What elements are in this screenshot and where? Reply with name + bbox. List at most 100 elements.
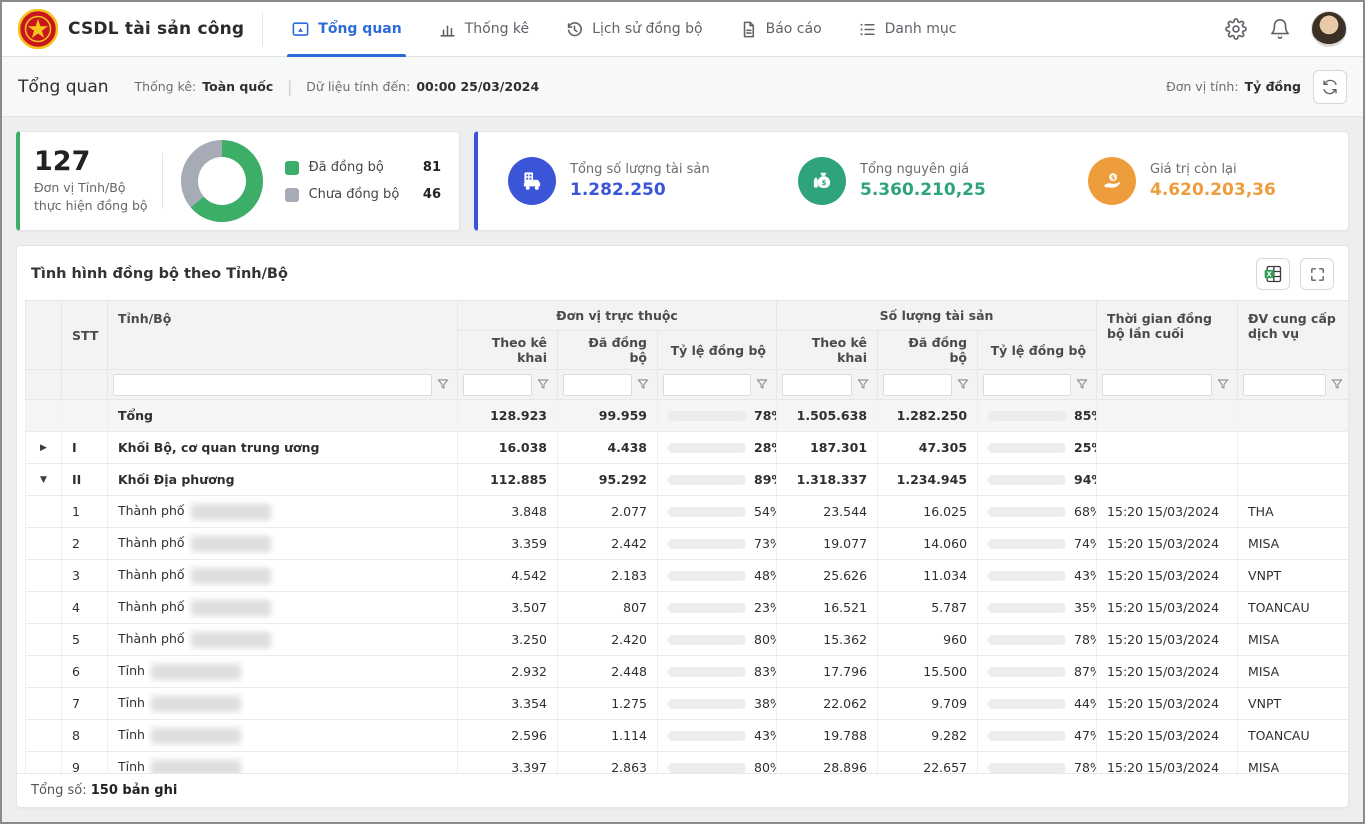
provider-cell: MISA: [1238, 656, 1348, 688]
filter-funnel-icon[interactable]: [1216, 377, 1232, 393]
top-navbar: CSDL tài sản công Tổng quan Thống kê Lịc…: [2, 2, 1363, 57]
expand-toggle: [26, 528, 62, 560]
unit-synced-cell: 2.863: [558, 752, 658, 774]
filter-funnel-icon[interactable]: [636, 377, 652, 393]
legend-value: 81: [423, 160, 445, 175]
expand-toggle[interactable]: ▶: [26, 432, 62, 464]
tab-danh-muc[interactable]: Danh mục: [840, 2, 975, 57]
provider-cell: MISA: [1238, 528, 1348, 560]
unit-synced-cell: 2.442: [558, 528, 658, 560]
asset-declared-cell: 187.301: [777, 432, 878, 464]
filter-funnel-icon[interactable]: [536, 377, 552, 393]
last-sync-cell: [1097, 432, 1238, 464]
unit-declared-cell: 3.250: [458, 624, 558, 656]
filter-input-asset-rate[interactable]: [983, 374, 1071, 396]
filter-funnel-icon[interactable]: [856, 377, 872, 393]
page-subheader: Tổng quan Thống kê: Toàn quốc | Dữ liệu …: [2, 57, 1363, 117]
tab-label: Tổng quan: [318, 21, 401, 37]
chevron-right-icon: ▶: [40, 443, 47, 453]
scope-value: Toàn quốc: [202, 79, 273, 94]
refresh-button[interactable]: [1313, 70, 1347, 104]
legend-swatch-not-synced: [285, 188, 299, 202]
expand-toggle: [26, 560, 62, 592]
stt-cell: II: [62, 464, 108, 496]
unit-rate-cell: 80%: [658, 624, 777, 656]
asset-declared-cell: 17.796: [777, 656, 878, 688]
notifications-button[interactable]: [1267, 16, 1293, 42]
province-name-cell: Tỉnh: [108, 688, 458, 720]
filter-input-provider[interactable]: [1243, 374, 1326, 396]
filter-input-unit-declared[interactable]: [463, 374, 532, 396]
table-row: 3Thành phố4.5422.18348%25.62611.03443%15…: [26, 560, 1349, 592]
asset-synced-cell: 9.282: [878, 720, 978, 752]
last-sync-cell: 15:20 15/03/2024: [1097, 560, 1238, 592]
filter-funnel-icon[interactable]: [436, 377, 452, 393]
export-excel-button[interactable]: X: [1256, 258, 1290, 290]
app-title: CSDL tài sản công: [68, 19, 244, 39]
expand-toggle: [26, 688, 62, 720]
asset-synced-cell: 1.282.250: [878, 400, 978, 432]
province-name-cell: Khối Bộ, cơ quan trung ương: [108, 432, 458, 464]
stt-cell: 9: [62, 752, 108, 774]
filter-input-asset-synced[interactable]: [883, 374, 952, 396]
filter-input-unit-rate[interactable]: [663, 374, 751, 396]
asset-synced-cell: 11.034: [878, 560, 978, 592]
refresh-icon: [1322, 79, 1338, 95]
province-name-cell: Thành phố: [108, 496, 458, 528]
sync-units-card: 127 Đơn vị Tỉnh/Bộ thực hiện đồng bộ Đã …: [16, 131, 460, 231]
provider-cell: [1238, 464, 1348, 496]
unit-label: Đơn vị tính:: [1166, 79, 1239, 94]
legend-swatch-synced: [285, 161, 299, 175]
unit-synced-cell: 99.959: [558, 400, 658, 432]
unit-declared-cell: 4.542: [458, 560, 558, 592]
unit-declared-cell: 3.848: [458, 496, 558, 528]
asset-synced-cell: 15.500: [878, 656, 978, 688]
chevron-down-icon: ▼: [40, 475, 47, 485]
stt-cell: 1: [62, 496, 108, 528]
settings-button[interactable]: [1223, 16, 1249, 42]
provider-cell: MISA: [1238, 624, 1348, 656]
sync-donut-chart: [181, 140, 263, 222]
report-icon: [739, 20, 758, 39]
stt-cell: 7: [62, 688, 108, 720]
expand-toggle: [26, 624, 62, 656]
asset-synced-cell: 47.305: [878, 432, 978, 464]
unit-declared-cell: 112.885: [458, 464, 558, 496]
expand-toggle[interactable]: ▼: [26, 464, 62, 496]
filter-funnel-icon[interactable]: [956, 377, 972, 393]
asset-rate-cell: 44%: [978, 688, 1097, 720]
unit-meta: Đơn vị tính: Tỷ đồng: [1166, 79, 1301, 94]
footer-value: 150 bản ghi: [91, 783, 178, 798]
asset-synced-cell: 22.657: [878, 752, 978, 774]
filter-input-asset-declared[interactable]: [782, 374, 852, 396]
province-name-cell: Tỉnh: [108, 656, 458, 688]
tab-lich-su-dong-bo[interactable]: Lịch sử đồng bộ: [547, 2, 720, 57]
page-content: 127 Đơn vị Tỉnh/Bộ thực hiện đồng bộ Đã …: [2, 117, 1363, 822]
tab-bao-cao[interactable]: Báo cáo: [721, 2, 840, 57]
scope-meta: Thống kê: Toàn quốc: [135, 79, 274, 94]
stat-label: Tổng số lượng tài sản: [570, 162, 710, 177]
table-row: 9Tỉnh3.3972.86380%28.89622.65778%15:20 1…: [26, 752, 1349, 774]
page-title: Tổng quan: [18, 77, 109, 97]
gear-icon: [1225, 18, 1247, 40]
filter-funnel-icon[interactable]: [1330, 377, 1346, 393]
tab-thong-ke[interactable]: Thống kê: [420, 2, 547, 57]
asset-declared-cell: 28.896: [777, 752, 878, 774]
tab-tong-quan[interactable]: Tổng quan: [273, 2, 419, 57]
header-asset-rate: Tỷ lệ đồng bộ: [978, 331, 1097, 370]
vietnam-emblem-logo: [18, 9, 58, 49]
unit-rate-cell: 83%: [658, 656, 777, 688]
filter-funnel-icon[interactable]: [755, 377, 771, 393]
filter-input-unit-synced[interactable]: [563, 374, 632, 396]
unit-synced-cell: 2.183: [558, 560, 658, 592]
fullscreen-button[interactable]: [1300, 258, 1334, 290]
filter-funnel-icon[interactable]: [1075, 377, 1091, 393]
header-last-sync: Thời gian đồng bộ lần cuối: [1097, 301, 1238, 370]
user-avatar[interactable]: [1311, 11, 1347, 47]
last-sync-cell: 15:20 15/03/2024: [1097, 496, 1238, 528]
unit-declared-cell: 3.507: [458, 592, 558, 624]
filter-input-name[interactable]: [113, 374, 432, 396]
last-sync-cell: 15:20 15/03/2024: [1097, 752, 1238, 774]
filter-input-last-sync[interactable]: [1102, 374, 1212, 396]
table-title: Tình hình đồng bộ theo Tỉnh/Bộ: [31, 266, 288, 282]
